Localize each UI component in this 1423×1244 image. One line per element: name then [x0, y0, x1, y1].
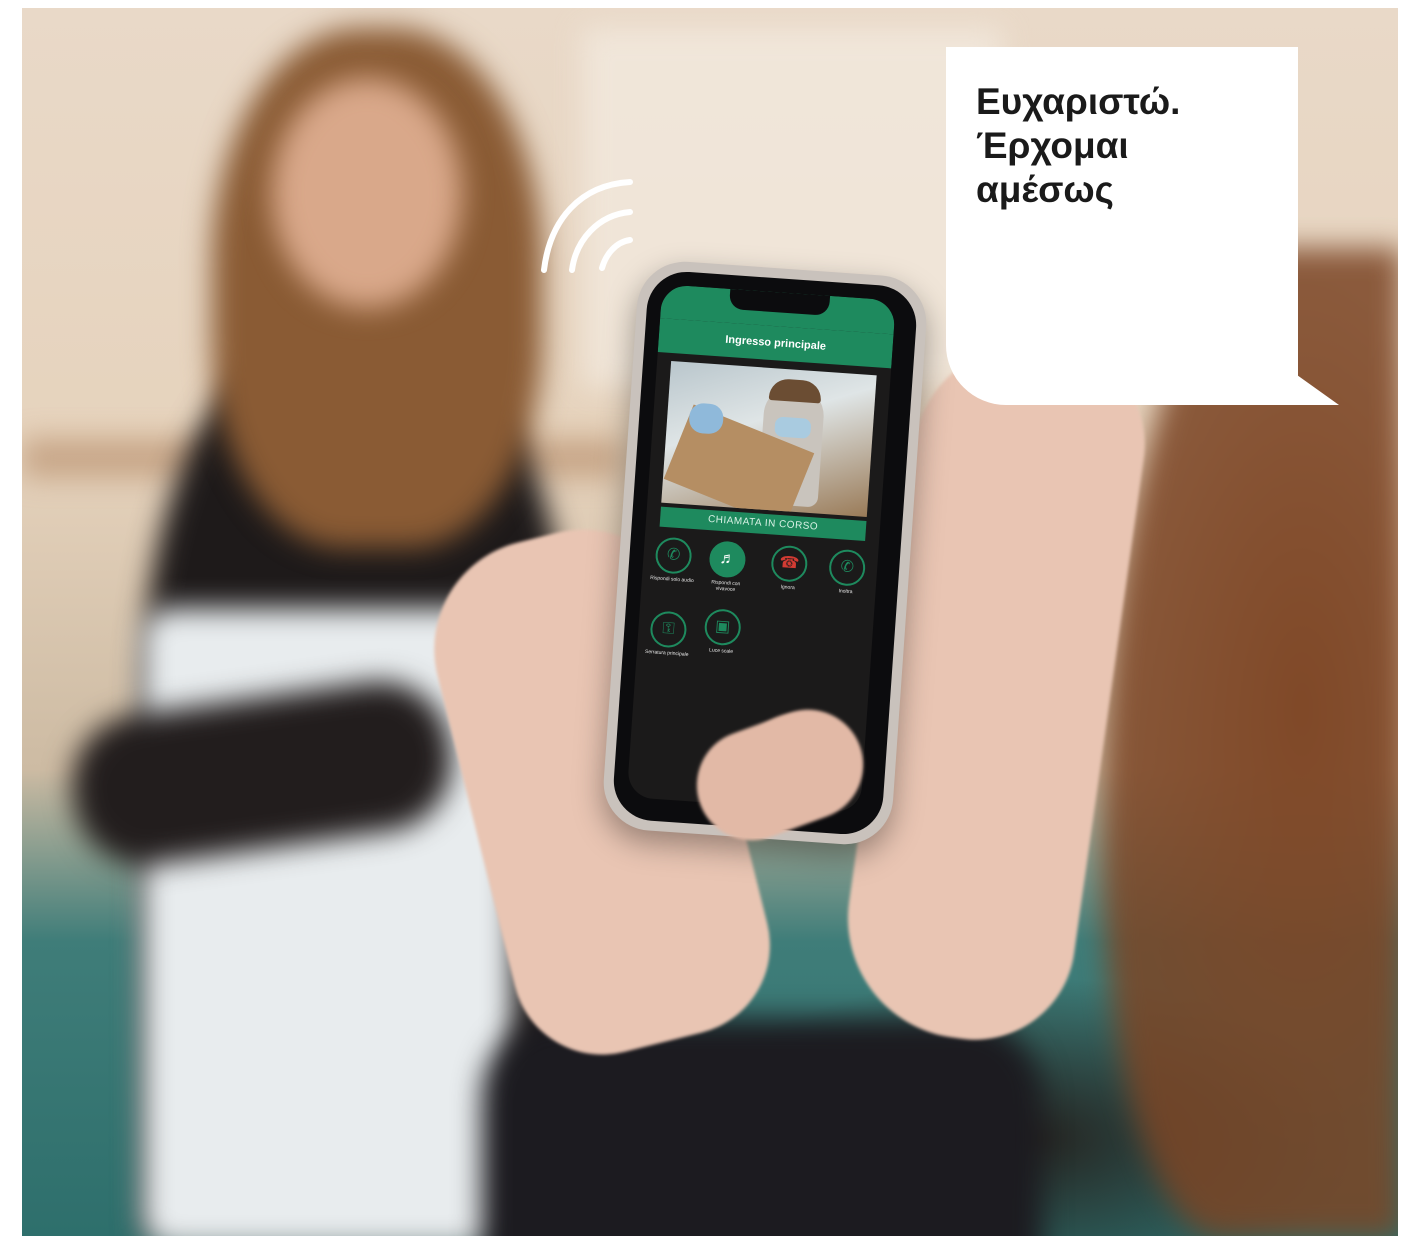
wifi-signal-icon — [541, 179, 633, 273]
woman-face — [272, 78, 462, 308]
answer-audio-button[interactable]: ✆ Rispondi solo audio — [650, 536, 697, 584]
ignore-button[interactable]: ☎ Ignora — [765, 544, 812, 592]
stair-light-label: Luce scale — [708, 647, 734, 655]
speech-bubble-text: Ευχαριστώ. Έρχομαι αμέσως — [976, 80, 1276, 212]
ignore-label: Ignora — [780, 584, 795, 592]
courier-glove — [688, 402, 725, 435]
forward-button[interactable]: ✆ Inoltra — [823, 548, 870, 596]
speech-line-3: αμέσως — [976, 169, 1114, 210]
forward-call-icon: ✆ — [827, 548, 867, 587]
forward-label: Inoltra — [838, 588, 853, 596]
light-switch-icon: ▣ — [703, 608, 742, 647]
answer-speaker-label: Rispondi con vivavoce — [711, 579, 741, 593]
speech-bubble-tail — [1297, 375, 1339, 405]
courier-cap — [768, 377, 823, 404]
speech-line-2: Έρχομαι — [976, 125, 1129, 166]
video-feed[interactable] — [661, 360, 877, 518]
foreground-sleeve — [482, 1018, 1042, 1236]
main-lock-label: Serratura principale — [644, 648, 689, 658]
answer-speaker-button[interactable]: ♬ Rispondi con vivavoce — [703, 540, 750, 594]
speech-line-1: Ευχαριστώ. — [976, 81, 1181, 122]
stair-light-button[interactable]: ▣ Luce scale — [699, 608, 746, 656]
speaker-icon: ♬ — [708, 540, 747, 579]
answer-audio-label: Rispondi solo audio — [649, 575, 694, 585]
hangup-icon: ☎ — [770, 544, 809, 583]
key-icon: ⚿ — [649, 610, 688, 649]
courier-mask — [774, 416, 812, 439]
main-lock-button[interactable]: ⚿ Serratura principale — [645, 610, 692, 658]
phone-icon: ✆ — [654, 536, 693, 575]
